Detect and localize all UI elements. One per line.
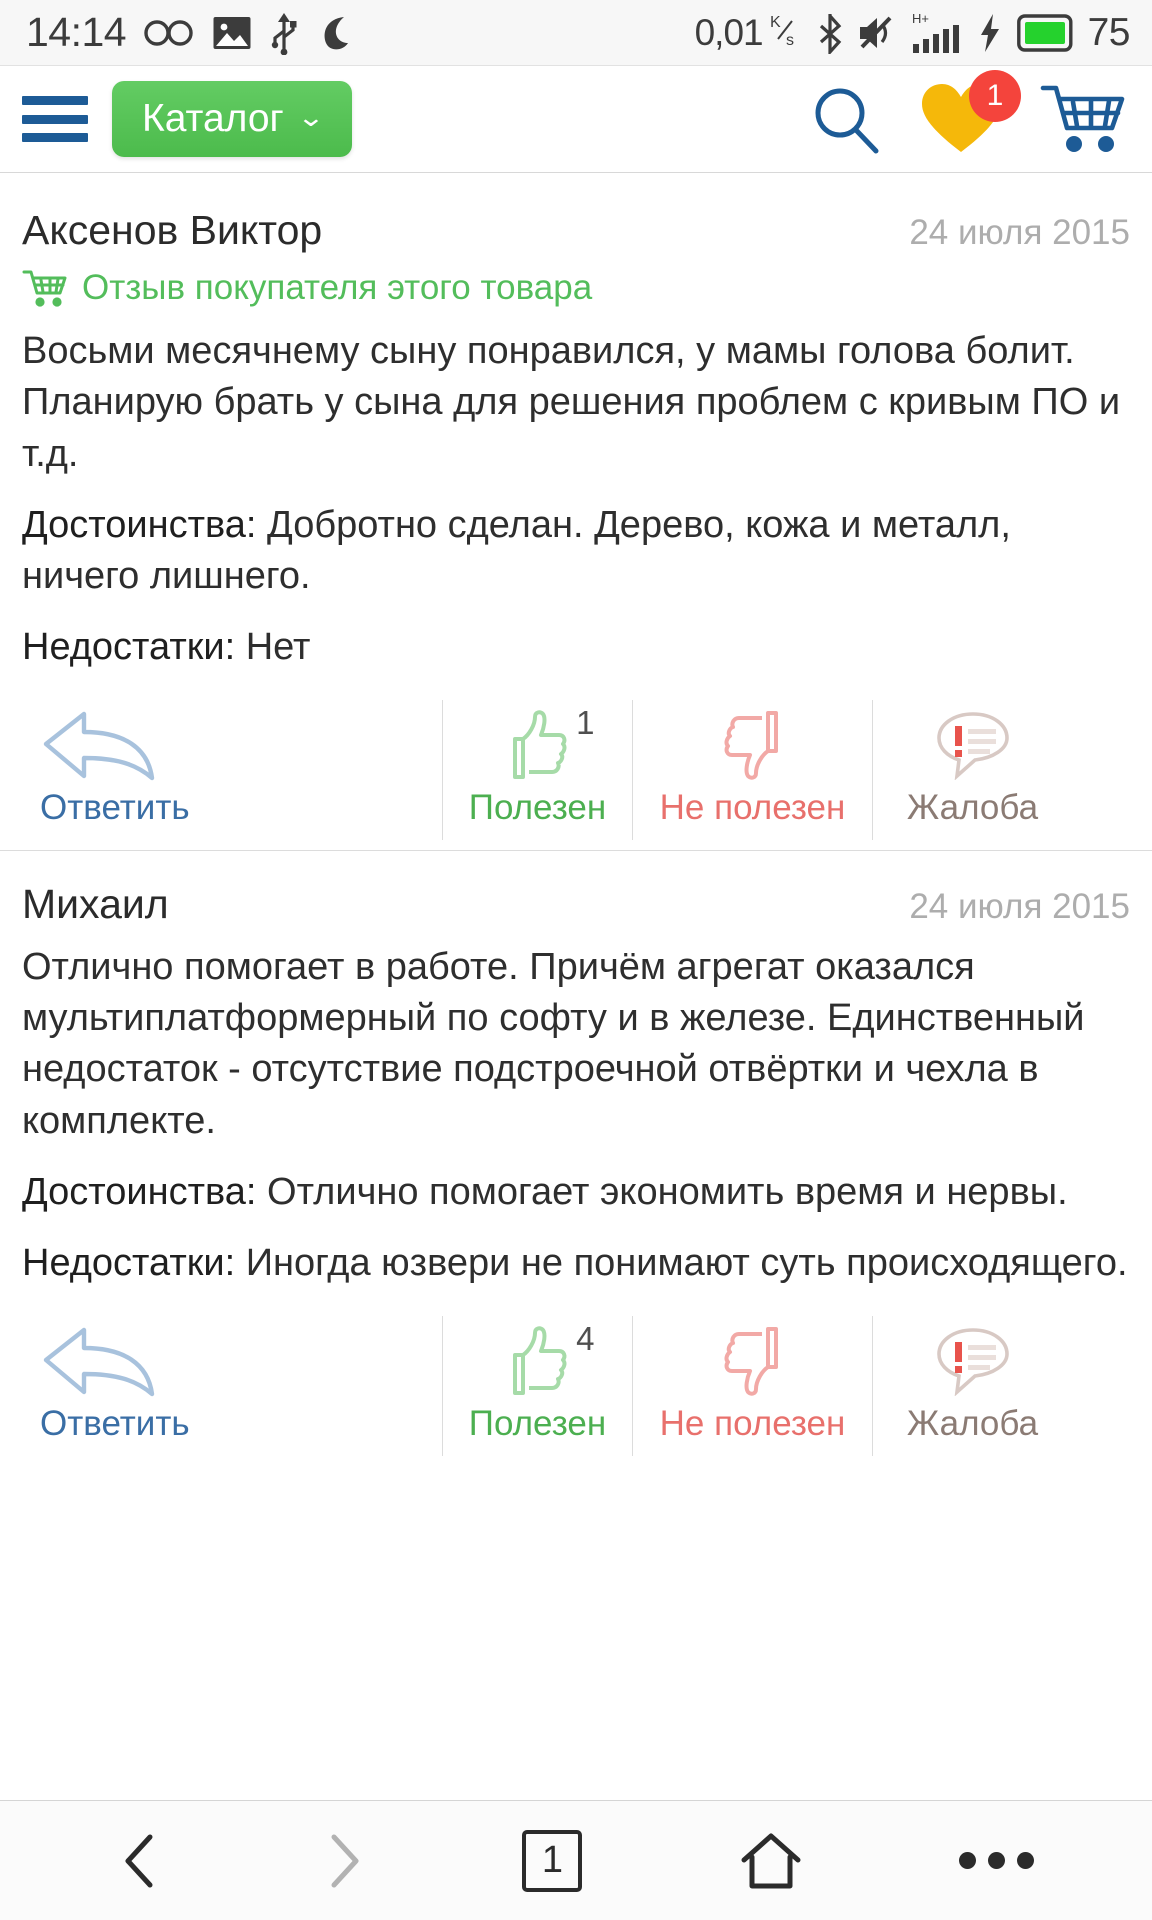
useful-label: Полезен [468, 787, 607, 827]
review-date: 24 июля 2015 [909, 886, 1130, 926]
favorites-badge: 1 [969, 70, 1021, 122]
review-cons-text: Нет [245, 626, 311, 669]
review-item: Аксенов Виктор 24 июля 2015 Отзыв покупа… [0, 173, 1152, 850]
cart-small-icon [22, 268, 68, 308]
useful-label: Полезен [468, 1403, 607, 1443]
tabs-button[interactable]: 1 [522, 1829, 583, 1892]
charging-bolt-icon [976, 12, 1004, 54]
reply-label: Ответить [40, 1403, 190, 1443]
catalog-button-label: Каталог [142, 97, 284, 140]
review-pros-label: Достоинства: [22, 503, 257, 546]
svg-text:K: K [770, 14, 781, 31]
battery-level: 75 [1087, 10, 1131, 54]
scroll-fade [0, 1760, 1152, 1800]
tab-count: 1 [522, 1829, 583, 1892]
review-cons-label: Недостатки: [22, 626, 236, 669]
cart-icon[interactable] [1040, 82, 1126, 156]
useful-count: 1 [576, 703, 595, 741]
forward-button[interactable] [320, 1831, 366, 1891]
menu-icon[interactable] [20, 91, 90, 147]
thumbs-down-icon [722, 1324, 784, 1398]
report-label: Жалоба [906, 787, 1039, 827]
favorites-button[interactable]: 1 [920, 70, 1021, 156]
chevron-right-icon [331, 1834, 359, 1887]
review-pros: Достоинства: Отлично помогает экономить … [22, 1167, 1130, 1218]
review-cons-label: Недостатки: [22, 1242, 236, 1285]
not-useful-label: Не полезен [659, 1403, 846, 1443]
not-useful-label: Не полезен [659, 787, 846, 827]
thumbs-up-icon: 1 [507, 704, 595, 782]
usb-icon [269, 11, 299, 55]
search-icon[interactable] [810, 83, 882, 155]
report-label: Жалоба [906, 1403, 1039, 1443]
buyer-badge: Отзыв покупателя этого товара [22, 268, 1130, 308]
review-item: Михаил 24 июля 2015 Отлично помогает в р… [0, 849, 1152, 1466]
more-dots-icon [958, 1852, 1034, 1869]
reply-arrow-icon [40, 1324, 160, 1398]
thumbs-up-icon: 4 [507, 1320, 595, 1398]
review-header: Аксенов Виктор 24 июля 2015 [22, 207, 1130, 254]
useful-button[interactable]: 4 Полезен [442, 1315, 632, 1456]
home-button[interactable] [739, 1830, 803, 1892]
reply-arrow-icon [40, 708, 160, 782]
header-actions: 1 [810, 70, 1130, 156]
moon-icon [316, 13, 352, 53]
report-button[interactable]: Жалоба [872, 699, 1072, 840]
review-cons-text: Иногда юзвери не понимают суть происходя… [245, 1242, 1128, 1285]
network-speed: 0,01 [694, 11, 764, 53]
svg-text:H+: H+ [912, 11, 929, 26]
report-bubble-icon [935, 1324, 1011, 1398]
status-time: 14:14 [26, 9, 127, 55]
review-pros-text: Отлично помогает экономить время и нервы… [267, 1170, 1068, 1213]
useful-count: 4 [576, 1319, 595, 1357]
review-author: Михаил [22, 880, 169, 927]
review-cons: Недостатки: Нет [22, 622, 1130, 673]
browser-bottom-nav: 1 [0, 1800, 1152, 1920]
review-header: Михаил 24 июля 2015 [22, 881, 1130, 928]
chevron-left-icon [125, 1834, 153, 1887]
not-useful-button[interactable]: Не полезен [632, 699, 872, 840]
reply-button[interactable]: Ответить [22, 1316, 322, 1456]
review-actions: Ответить 4 Полезен Не полезен Жалоба [22, 1315, 1130, 1466]
home-icon [741, 1833, 801, 1888]
report-bubble-icon [935, 708, 1011, 782]
app-header: Каталог ⌄ 1 [0, 66, 1152, 173]
thumbs-down-icon [722, 708, 784, 782]
back-button[interactable] [118, 1831, 164, 1891]
buyer-badge-label: Отзыв покупателя этого товара [82, 268, 593, 307]
reply-button[interactable]: Ответить [22, 700, 322, 840]
signal-bars-icon: H+ [911, 11, 963, 55]
review-body: Отлично помогает в работе. Причём агрега… [22, 945, 1085, 1142]
network-speed-unit: K s [770, 11, 804, 55]
report-button[interactable]: Жалоба [872, 1315, 1072, 1456]
status-bar: 14:14 0,01 K s H+ 75 [0, 0, 1152, 66]
review-body: Восьми месячнему сыну понравился, у мамы… [22, 330, 1121, 475]
more-menu-button[interactable] [958, 1852, 1034, 1869]
image-icon [212, 15, 252, 51]
status-bar-right: 0,01 K s H+ 75 [694, 10, 1131, 55]
reviews-list[interactable]: Аксенов Виктор 24 июля 2015 Отзыв покупа… [0, 173, 1152, 1800]
bluetooth-icon [817, 12, 843, 54]
catalog-button[interactable]: Каталог ⌄ [112, 81, 352, 157]
review-pros-label: Достоинства: [22, 1170, 257, 1213]
phone-screen: 14:14 0,01 K s H+ 75 Каталог ⌄ 1 Аксенов… [0, 0, 1152, 1920]
review-actions: Ответить 1 Полезен Не полезен Жалоба [22, 699, 1130, 850]
svg-text:s: s [786, 32, 794, 49]
infinity-icon [143, 16, 195, 50]
status-bar-left: 14:14 [26, 9, 352, 56]
review-cons: Недостатки: Иногда юзвери не понимают су… [22, 1238, 1130, 1289]
chevron-down-icon: ⌄ [296, 102, 325, 132]
battery-icon [1016, 13, 1075, 52]
not-useful-button[interactable]: Не полезен [632, 1315, 872, 1456]
review-pros: Достоинства: Добротно сделан. Дерево, ко… [22, 500, 1130, 603]
reply-label: Ответить [40, 787, 190, 827]
review-date: 24 июля 2015 [909, 213, 1130, 252]
useful-button[interactable]: 1 Полезен [442, 699, 632, 840]
review-author: Аксенов Виктор [22, 207, 323, 253]
mute-icon [856, 14, 898, 52]
